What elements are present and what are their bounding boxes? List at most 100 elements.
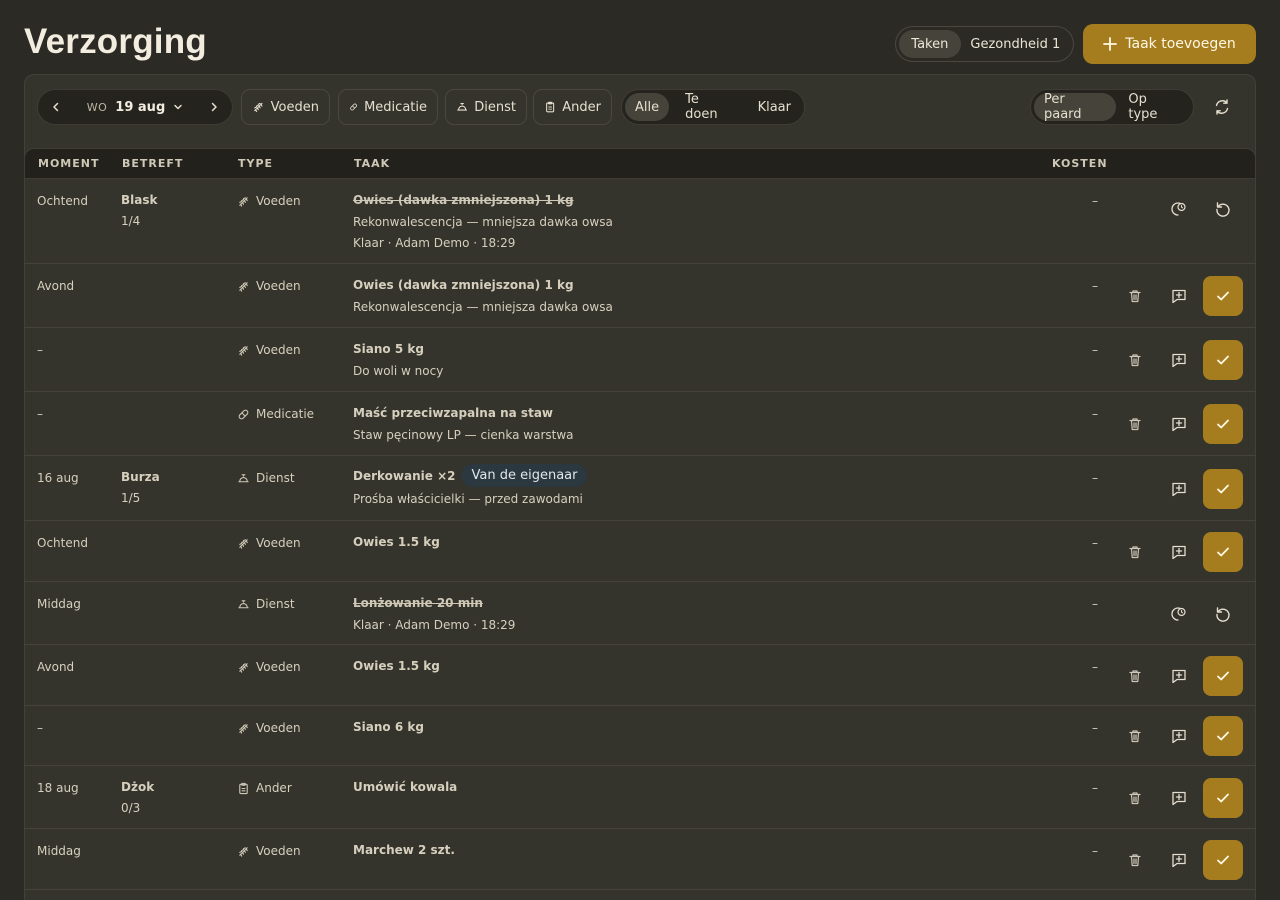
complete-button[interactable] [1203, 340, 1243, 380]
task-title[interactable]: Siano 6 kg [353, 720, 424, 734]
task-title-text: Siano 5 kg [353, 342, 424, 356]
current-date: 19 aug [115, 99, 166, 115]
filter-voeden[interactable]: Voeden [241, 89, 330, 125]
trash-icon [1129, 354, 1141, 367]
check-icon [1217, 547, 1229, 556]
moment-label: Ochtend [37, 194, 88, 208]
history-icon [1171, 201, 1186, 216]
task-note: Prośba właścicielki — przed zawodami [353, 492, 583, 506]
delete-button[interactable] [1123, 786, 1147, 810]
task-title[interactable]: Lonżowanie 20 min [353, 596, 483, 610]
add-note-button[interactable] [1167, 664, 1191, 688]
add-note-button[interactable] [1167, 724, 1191, 748]
horse-name[interactable]: Burza [121, 470, 160, 484]
add-note-button[interactable] [1167, 412, 1191, 436]
add-note-button[interactable] [1167, 786, 1191, 810]
feed-icon [239, 846, 248, 857]
add-note-button[interactable] [1167, 477, 1191, 501]
task-cost: – [1092, 844, 1098, 858]
view-per-paard[interactable]: Per paard [1034, 92, 1117, 122]
task-type: Voeden [237, 536, 301, 550]
task-title[interactable]: Owies (dawka zmniejszona) 1 kg [353, 278, 574, 292]
delete-button[interactable] [1123, 284, 1147, 308]
check-icon [1217, 671, 1229, 680]
task-title[interactable]: Maść przeciwzapalna na staw [353, 406, 553, 420]
task-type-label: Dienst [256, 597, 295, 611]
date-picker[interactable]: WO 19 aug [87, 100, 184, 115]
history-button[interactable] [1167, 602, 1191, 626]
task-title[interactable]: Derkowanie ×2 Van de eigenaar [353, 464, 588, 487]
moment-label: 18 aug [37, 781, 79, 795]
add-note-button[interactable] [1167, 284, 1191, 308]
filter-label: Ander [562, 99, 601, 115]
feed-icon [239, 196, 248, 207]
service-bell-icon [238, 599, 249, 608]
add-note-button[interactable] [1167, 348, 1191, 372]
col-task: TAAK [354, 157, 391, 170]
add-note-button[interactable] [1167, 848, 1191, 872]
undo-button[interactable] [1211, 197, 1235, 221]
filter-label: Voeden [270, 99, 319, 115]
complete-button[interactable] [1203, 716, 1243, 756]
undo-button[interactable] [1211, 602, 1235, 626]
task-type: Medicatie [237, 407, 314, 421]
add-comment-icon [1172, 669, 1186, 683]
task-type: Voeden [237, 279, 301, 293]
task-cost: – [1092, 194, 1098, 208]
horse-name[interactable]: Dżok [121, 780, 154, 794]
view-op-type[interactable]: Op type [1118, 92, 1190, 122]
horse-name[interactable]: Blask [121, 193, 157, 207]
check-icon [1217, 484, 1229, 493]
table-row: Middag Voeden Marchew 2 szt. – [24, 829, 1256, 890]
filter-medicatie[interactable]: Medicatie [338, 89, 438, 125]
delete-button[interactable] [1123, 724, 1147, 748]
status-te-doen[interactable]: Te doen [675, 92, 743, 122]
status-klaar[interactable]: Klaar [748, 93, 801, 121]
task-title[interactable]: Owies 1.5 kg [353, 659, 440, 673]
task-title[interactable]: Marchew 2 szt. [353, 843, 455, 857]
complete-button[interactable] [1203, 777, 1243, 818]
complete-button[interactable] [1203, 839, 1243, 880]
add-task-button[interactable]: Taak toevoegen [1083, 24, 1256, 64]
task-type: Ander [237, 781, 292, 795]
task-title[interactable]: Siano 5 kg [353, 342, 424, 356]
complete-button[interactable] [1203, 404, 1243, 444]
table-row: Ochtend Voeden Owies 1.5 kg – [24, 521, 1256, 582]
task-type-label: Voeden [256, 660, 301, 674]
next-day-button[interactable] [202, 95, 226, 119]
trash-icon [1129, 853, 1141, 866]
check-icon [1217, 419, 1229, 429]
status-alle[interactable]: Alle [625, 93, 670, 121]
task-cost: – [1092, 781, 1098, 795]
complete-button[interactable] [1203, 531, 1243, 572]
table-row: 18 aug Dżok 0/3 Ander Umówić kowala – [24, 766, 1256, 829]
complete-button[interactable] [1203, 468, 1243, 509]
delete-button[interactable] [1123, 848, 1147, 872]
trash-icon [1129, 418, 1141, 431]
add-note-button[interactable] [1167, 540, 1191, 564]
task-title[interactable]: Umówić kowala [353, 780, 457, 794]
delete-button[interactable] [1123, 348, 1147, 372]
refresh-icon [1215, 99, 1229, 115]
task-title[interactable]: Owies (dawka zmniejszona) 1 kg [353, 193, 574, 207]
delete-button[interactable] [1123, 664, 1147, 688]
col-type: TYPE [238, 157, 274, 170]
tab-taken[interactable]: Taken [899, 30, 961, 58]
chevron-left-icon [53, 102, 59, 112]
tab-gezondheid[interactable]: Gezondheid 1 [961, 30, 1070, 58]
task-completion: Klaar · Adam Demo · 18:29 [353, 236, 516, 250]
delete-button[interactable] [1123, 412, 1147, 436]
pill-icon [350, 103, 357, 111]
history-icon [1171, 606, 1186, 621]
refresh-button[interactable] [1210, 95, 1234, 119]
table-row: 16 aug Burza 1/5 Dienst Derkowanie ×2 Van de … [24, 456, 1256, 521]
complete-button[interactable] [1203, 655, 1243, 696]
complete-button[interactable] [1203, 276, 1243, 316]
history-button[interactable] [1167, 197, 1191, 221]
filter-dienst[interactable]: Dienst [445, 89, 527, 125]
task-title[interactable]: Owies 1.5 kg [353, 535, 440, 549]
prev-day-button[interactable] [44, 95, 68, 119]
filter-ander[interactable]: Ander [533, 89, 612, 125]
delete-button[interactable] [1123, 540, 1147, 564]
add-comment-icon [1172, 289, 1186, 304]
